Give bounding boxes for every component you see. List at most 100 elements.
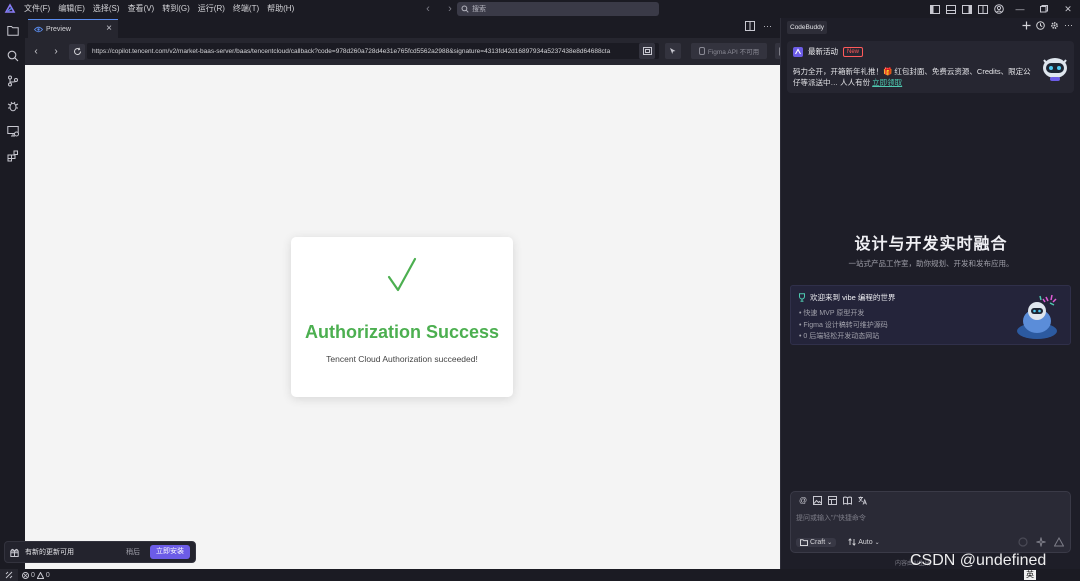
tab-codebuddy[interactable]: CodeBuddy: [787, 21, 827, 34]
figma-icon: [698, 47, 705, 55]
translate-icon[interactable]: [858, 496, 868, 505]
chevron-down-icon: ⌄: [827, 539, 833, 546]
vibe-illustration: [1010, 291, 1064, 341]
cursor-select-icon: [669, 47, 677, 55]
switch-icon: [848, 538, 856, 546]
book-icon[interactable]: [843, 496, 853, 505]
nav-forward-icon[interactable]: ›: [443, 2, 457, 16]
tab-preview[interactable]: Preview ×: [28, 19, 118, 38]
list-item: • 快速 MVP 原型开发: [799, 310, 865, 317]
browser-forward-icon[interactable]: ›: [48, 44, 64, 60]
panel-more-icon[interactable]: ···: [1064, 21, 1073, 30]
toggle-sidebar-icon[interactable]: [928, 0, 942, 18]
command-search[interactable]: 搜索: [457, 2, 659, 16]
problems-indicator[interactable]: 0 0: [22, 571, 50, 579]
csdn-watermark: CSDN @undefined: [910, 552, 1047, 569]
model-label: Auto: [858, 538, 873, 546]
warning-icon: [36, 571, 44, 579]
remote-indicator-icon[interactable]: [0, 569, 18, 581]
select-element-button[interactable]: [665, 43, 681, 59]
codebuddy-panel: CodeBuddy ··· 最新活动 New 码力全开，开箱新年礼推！🎁 红包封…: [780, 18, 1080, 569]
menu-edit[interactable]: 编辑(E): [54, 0, 89, 18]
more-actions-icon[interactable]: ···: [763, 21, 772, 31]
status-bar: 0 0 英: [0, 569, 1080, 581]
editor-tab-bar: Preview × ···: [25, 18, 780, 38]
mention-icon[interactable]: @: [799, 496, 807, 505]
inspect-icon: [642, 47, 652, 55]
settings-icon[interactable]: [1050, 21, 1059, 30]
chat-placeholder: 提问或输入"/"快捷命令: [796, 515, 866, 522]
explorer-icon[interactable]: [0, 18, 25, 43]
inspect-button[interactable]: [639, 43, 655, 59]
hero-title: 设计与开发实时融合: [854, 236, 1008, 253]
title-bar: 文件(F) 编辑(E) 选择(S) 查看(V) 转到(G) 运行(R) 终端(T…: [0, 0, 1080, 18]
update-notification: 有新的更新可用 稍后 立即安装: [4, 541, 196, 563]
trophy-icon: [798, 293, 806, 302]
source-control-icon[interactable]: [0, 68, 25, 93]
menu-selection[interactable]: 选择(S): [89, 0, 124, 18]
list-item: • 0 后端轻松开发动态网站: [799, 333, 880, 340]
ime-indicator[interactable]: 英: [1024, 570, 1036, 580]
close-window-icon[interactable]: ✕: [1056, 0, 1080, 18]
remote-explorer-icon[interactable]: [0, 118, 25, 143]
event-body-text: 码力全开，开箱新年礼推！🎁 红包封面、免费云资源、Credits、限定公仔等派送…: [793, 67, 1031, 87]
eye-icon: [34, 26, 43, 33]
tab-preview-label: Preview: [46, 25, 71, 33]
folder-icon: [800, 538, 808, 546]
activity-bar: [0, 18, 25, 569]
install-now-button[interactable]: 立即安装: [150, 545, 190, 559]
customize-layout-icon[interactable]: [976, 0, 990, 18]
vibe-feature-list: • 快速 MVP 原型开发 • Figma 设计稿转可维护源码 • 0 后端轻松…: [799, 308, 888, 343]
menu-terminal[interactable]: 终端(T): [229, 0, 263, 18]
menu-run[interactable]: 运行(R): [194, 0, 229, 18]
toggle-secondary-sidebar-icon[interactable]: [960, 0, 974, 18]
menu-file[interactable]: 文件(F): [20, 0, 54, 18]
preview-viewport: Authorization Success Tencent Cloud Auth…: [4, 65, 780, 569]
new-chat-icon[interactable]: [1022, 21, 1031, 30]
tab-close-icon[interactable]: ×: [106, 23, 112, 34]
event-title: 最新活动: [808, 47, 838, 56]
send-icon[interactable]: [1054, 537, 1064, 547]
update-message: 有新的更新可用: [25, 549, 74, 556]
new-badge: New: [843, 46, 864, 57]
error-icon: [22, 571, 29, 579]
search-placeholder: 搜索: [472, 6, 486, 13]
error-count: 0: [31, 571, 35, 579]
design-attach-icon[interactable]: [828, 496, 838, 505]
toggle-panel-icon[interactable]: [944, 0, 958, 18]
history-icon[interactable]: [1036, 21, 1045, 30]
chevron-down-icon: ⌄: [874, 539, 880, 546]
auth-success-message: Tencent Cloud Authorization succeeded!: [326, 354, 478, 364]
auth-success-card: Authorization Success Tencent Cloud Auth…: [291, 237, 513, 397]
debug-icon[interactable]: [0, 93, 25, 118]
menu-go[interactable]: 转到(G): [158, 0, 194, 18]
account-icon[interactable]: [992, 0, 1006, 18]
vibe-title-text: 欢迎来到 vibe 编程的世界: [810, 293, 896, 302]
later-button[interactable]: 稍后: [126, 547, 140, 557]
figma-api-button[interactable]: Figma API 不可用: [691, 43, 767, 59]
extensions-icon[interactable]: [0, 143, 25, 168]
minimize-icon[interactable]: —: [1008, 0, 1032, 18]
enhance-prompt-icon[interactable]: [1036, 537, 1046, 547]
search-view-icon[interactable]: [0, 43, 25, 68]
gift-icon: [10, 548, 19, 557]
browser-toolbar: ‹ › https://copilot.tencent.com/v2/marke…: [25, 38, 791, 65]
figma-api-label: Figma API 不可用: [707, 49, 760, 56]
split-editor-icon[interactable]: [745, 21, 755, 31]
event-description: 码力全开，开箱新年礼推！🎁 红包封面、免费云资源、Credits、限定公仔等派送…: [793, 66, 1031, 88]
browser-reload-icon[interactable]: [69, 43, 85, 60]
robot-mascot-icon: [1040, 52, 1070, 82]
mode-selector[interactable]: Craft ⌄: [796, 537, 837, 547]
menu-view[interactable]: 查看(V): [124, 0, 159, 18]
codebuddy-logo-icon: [793, 46, 803, 57]
maximize-icon[interactable]: [1032, 0, 1056, 18]
url-input[interactable]: https://copilot.tencent.com/v2/market-ba…: [87, 43, 659, 59]
menu-help[interactable]: 帮助(H): [263, 0, 298, 18]
claim-now-link[interactable]: 立即领取: [872, 78, 902, 87]
nav-back-icon[interactable]: ‹: [421, 2, 435, 16]
chat-input-box[interactable]: @ 提问或输入"/"快捷命令 Craft ⌄ Auto ⌄: [790, 491, 1071, 553]
browser-back-icon[interactable]: ‹: [28, 44, 44, 60]
search-icon: [461, 5, 469, 13]
image-attach-icon[interactable]: [813, 496, 823, 505]
model-selector[interactable]: Auto ⌄: [844, 537, 883, 547]
